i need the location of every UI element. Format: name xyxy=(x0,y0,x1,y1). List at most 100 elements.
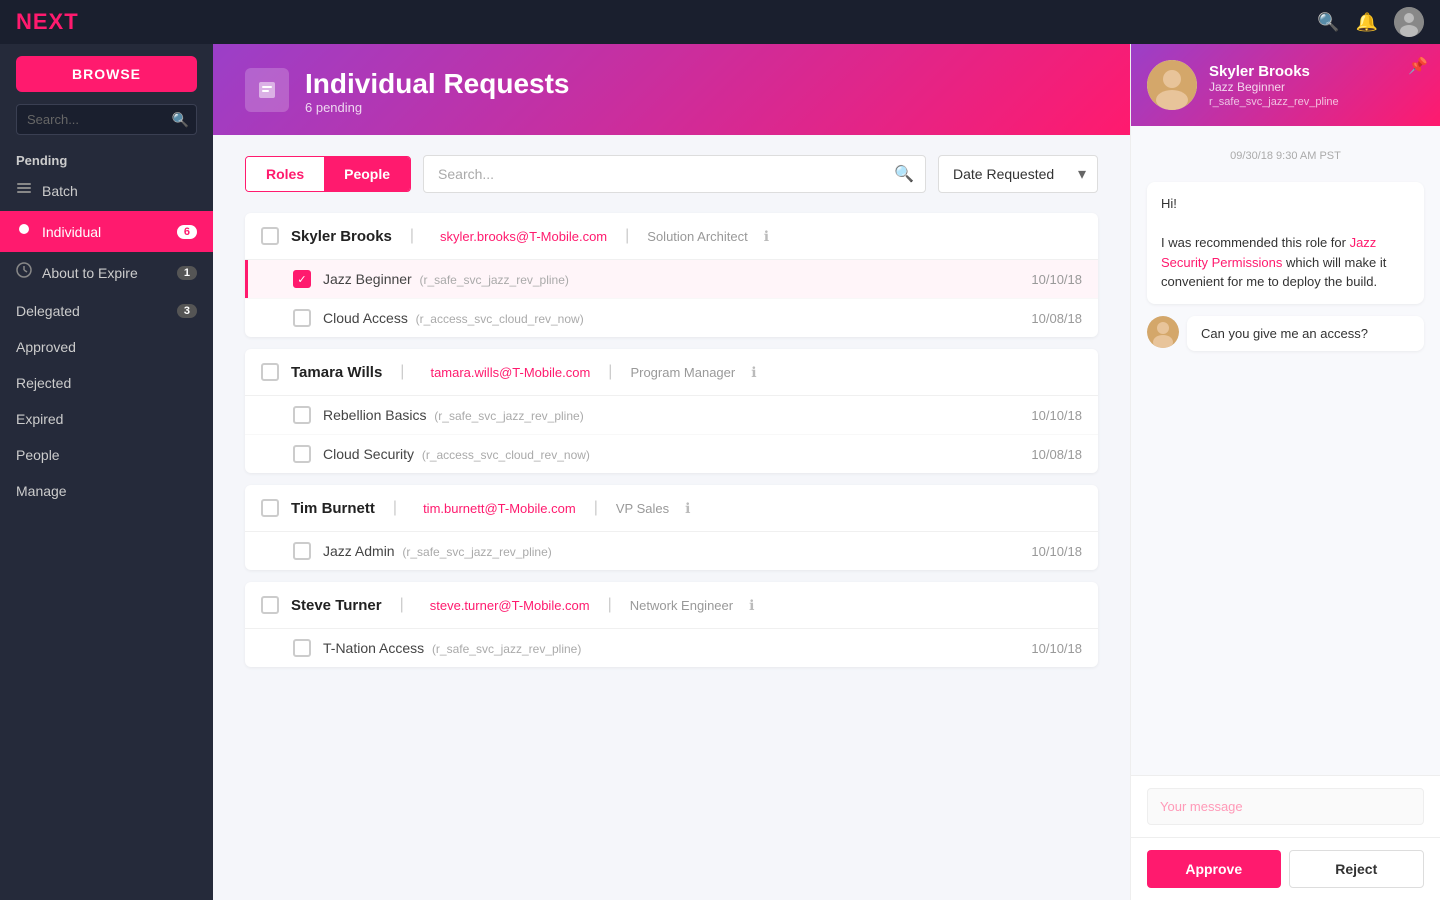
browse-button[interactable]: BROWSE xyxy=(16,56,197,92)
date-filter-select[interactable]: Date Requested Name Status xyxy=(938,155,1098,193)
role-row-t-nation[interactable]: T-Nation Access (r_safe_svc_jazz_rev_pli… xyxy=(245,629,1098,667)
card-header-tim: Tim Burnett | tim.burnett@T-Mobile.com |… xyxy=(245,485,1098,532)
t-nation-date: 10/10/18 xyxy=(1031,641,1082,656)
cloud-access-date: 10/08/18 xyxy=(1031,311,1082,326)
chat-message-2-row: Can you give me an access? xyxy=(1147,316,1424,351)
role-row-rebellion-basics[interactable]: Rebellion Basics (r_safe_svc_jazz_rev_pl… xyxy=(245,396,1098,435)
notification-icon[interactable]: 🔔 xyxy=(1356,12,1378,33)
steve-role-title: Network Engineer xyxy=(630,598,733,613)
filter-row: Roles People 🔍 Date Requested Name Statu… xyxy=(245,155,1098,193)
request-card-tim: Tim Burnett | tim.burnett@T-Mobile.com |… xyxy=(245,485,1098,570)
sidebar-item-about-to-expire[interactable]: About to Expire 1 xyxy=(0,252,213,293)
request-card-steve: Steve Turner | steve.turner@T-Mobile.com… xyxy=(245,582,1098,667)
panel-user-code: r_safe_svc_jazz_rev_pline xyxy=(1209,96,1339,108)
approve-button[interactable]: Approve xyxy=(1147,850,1281,888)
select-skyler-checkbox[interactable] xyxy=(261,227,279,245)
chat-area: 09/30/18 9:30 AM PST Hi! I was recommend… xyxy=(1131,126,1440,775)
role-row-cloud-access[interactable]: Cloud Access (r_access_svc_cloud_rev_now… xyxy=(245,299,1098,337)
role-row-jazz-admin[interactable]: Jazz Admin (r_safe_svc_jazz_rev_pline) 1… xyxy=(245,532,1098,570)
cloud-security-checkbox[interactable] xyxy=(293,445,311,463)
tamara-email[interactable]: tamara.wills@T-Mobile.com xyxy=(430,365,590,380)
panel-user-info: Skyler Brooks Jazz Beginner r_safe_svc_j… xyxy=(1209,63,1339,108)
tamara-info-icon[interactable]: ℹ xyxy=(751,364,756,381)
pin-icon[interactable]: 📌 xyxy=(1408,56,1428,76)
tim-role-title: VP Sales xyxy=(616,501,669,516)
sidebar-item-manage[interactable]: Manage xyxy=(0,473,213,509)
top-nav: NEXT 🔍 🔔 xyxy=(0,0,1440,44)
chat-message-2-text: Can you give me an access? xyxy=(1187,316,1424,351)
select-steve-checkbox[interactable] xyxy=(261,596,279,614)
jazz-security-link[interactable]: Jazz Security Permissions xyxy=(1161,235,1376,270)
sidebar-item-batch[interactable]: Batch xyxy=(0,170,213,211)
cloud-security-name: Cloud Security (r_access_svc_cloud_rev_n… xyxy=(323,446,1019,462)
sidebar-search-icon: 🔍 xyxy=(172,111,189,128)
rebellion-basics-checkbox[interactable] xyxy=(293,406,311,424)
select-tim-checkbox[interactable] xyxy=(261,499,279,517)
date-filter-wrapper: Date Requested Name Status xyxy=(938,155,1098,193)
jazz-admin-date: 10/10/18 xyxy=(1031,544,1082,559)
tim-info-icon[interactable]: ℹ xyxy=(685,500,690,517)
sidebar-search-input[interactable] xyxy=(16,104,197,135)
steve-email[interactable]: steve.turner@T-Mobile.com xyxy=(430,598,590,613)
tab-group: Roles People xyxy=(245,156,411,192)
chat-message-1: Hi! I was recommended this role for Jazz… xyxy=(1147,182,1424,304)
tamara-name: Tamara Wills xyxy=(291,364,382,381)
panel-avatar xyxy=(1147,60,1197,110)
content-body: Roles People 🔍 Date Requested Name Statu… xyxy=(213,135,1130,900)
role-row-jazz-beginner[interactable]: ✓ Jazz Beginner (r_safe_svc_jazz_rev_pli… xyxy=(245,260,1098,299)
sidebar-item-expired[interactable]: Expired xyxy=(0,401,213,437)
user-avatar[interactable] xyxy=(1394,7,1424,37)
skyler-email[interactable]: skyler.brooks@T-Mobile.com xyxy=(440,229,607,244)
skyler-info-icon[interactable]: ℹ xyxy=(764,228,769,245)
chat-timestamp: 09/30/18 9:30 AM PST xyxy=(1147,150,1424,162)
approved-label: Approved xyxy=(16,339,76,355)
panel-user-name: Skyler Brooks xyxy=(1209,63,1339,80)
app-logo: NEXT xyxy=(16,9,79,35)
clock-icon xyxy=(16,262,32,283)
role-row-cloud-security[interactable]: Cloud Security (r_access_svc_cloud_rev_n… xyxy=(245,435,1098,473)
panel-actions: Approve Reject xyxy=(1131,837,1440,900)
chat-avatar xyxy=(1147,316,1179,348)
expired-label: Expired xyxy=(16,411,63,427)
tab-roles[interactable]: Roles xyxy=(246,157,324,191)
sidebar-item-rejected[interactable]: Rejected xyxy=(0,365,213,401)
main-layout: BROWSE 🔍 Pending Batch Individual 6 xyxy=(0,44,1440,900)
jazz-admin-checkbox[interactable] xyxy=(293,542,311,560)
jazz-beginner-date: 10/10/18 xyxy=(1031,272,1082,287)
panel-user-role: Jazz Beginner xyxy=(1209,80,1339,94)
rebellion-basics-name: Rebellion Basics (r_safe_svc_jazz_rev_pl… xyxy=(323,407,1019,423)
about-to-expire-badge: 1 xyxy=(177,266,197,280)
select-tamara-checkbox[interactable] xyxy=(261,363,279,381)
nav-right: 🔍 🔔 xyxy=(1317,7,1424,37)
delegated-label: Delegated xyxy=(16,303,80,319)
message-input[interactable] xyxy=(1147,788,1424,825)
tim-name: Tim Burnett xyxy=(291,500,375,517)
t-nation-checkbox[interactable] xyxy=(293,639,311,657)
sidebar-search-wrapper: 🔍 xyxy=(16,104,197,135)
tim-email[interactable]: tim.burnett@T-Mobile.com xyxy=(423,501,576,516)
page-title: Individual Requests xyxy=(305,68,570,100)
sidebar-item-people[interactable]: People xyxy=(0,437,213,473)
jazz-beginner-checkbox[interactable]: ✓ xyxy=(293,270,311,288)
search-filter-wrapper: 🔍 xyxy=(423,155,926,193)
t-nation-name: T-Nation Access (r_safe_svc_jazz_rev_pli… xyxy=(323,640,1019,656)
sidebar-item-delegated[interactable]: Delegated 3 xyxy=(0,293,213,329)
content-area: Individual Requests 6 pending Roles Peop… xyxy=(213,44,1130,900)
search-icon[interactable]: 🔍 xyxy=(1317,12,1339,33)
cloud-access-checkbox[interactable] xyxy=(293,309,311,327)
content-search-input[interactable] xyxy=(423,155,926,193)
sidebar-item-approved[interactable]: Approved xyxy=(0,329,213,365)
tab-people[interactable]: People xyxy=(324,157,410,191)
tamara-role-title: Program Manager xyxy=(630,365,735,380)
jazz-admin-name: Jazz Admin (r_safe_svc_jazz_rev_pline) xyxy=(323,543,1019,559)
panel-user-header: Skyler Brooks Jazz Beginner r_safe_svc_j… xyxy=(1131,44,1440,126)
request-card-tamara: Tamara Wills | tamara.wills@T-Mobile.com… xyxy=(245,349,1098,473)
batch-icon xyxy=(16,180,32,201)
individual-icon xyxy=(16,221,32,242)
sidebar-item-batch-label: Batch xyxy=(42,183,78,199)
sidebar: BROWSE 🔍 Pending Batch Individual 6 xyxy=(0,44,213,900)
about-to-expire-label: About to Expire xyxy=(42,265,138,281)
reject-button[interactable]: Reject xyxy=(1289,850,1425,888)
steve-info-icon[interactable]: ℹ xyxy=(749,597,754,614)
sidebar-item-individual[interactable]: Individual 6 xyxy=(0,211,213,252)
